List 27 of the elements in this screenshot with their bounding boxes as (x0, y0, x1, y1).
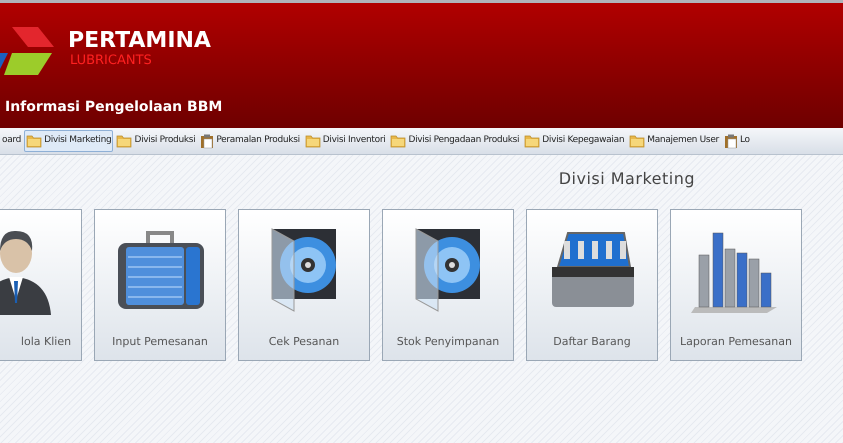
menu-tab[interactable]: Divisi Inventori (302, 130, 388, 152)
menu-tab[interactable]: Peramalan Produksi (198, 130, 302, 152)
menu-tile[interactable]: Daftar Barang (526, 209, 658, 361)
brand-name: PERTAMINA (68, 28, 211, 54)
folder-icon (629, 134, 646, 148)
menu-tab[interactable]: Lo (722, 130, 752, 152)
menu-tile[interactable]: Stok Penyimpanan (382, 209, 514, 361)
menu-tile[interactable]: lola Klien (0, 209, 82, 361)
page-heading: Divisi Marketing (558, 168, 695, 190)
folder-icon (26, 134, 42, 148)
menu-tile[interactable]: Cek Pesanan (238, 209, 370, 361)
menu-tab[interactable]: Divisi Pengadaan Produksi (388, 130, 522, 152)
folder-icon (304, 134, 321, 148)
menu-tab[interactable]: Divisi Kepegawaian (522, 130, 626, 152)
menu-tab[interactable]: Divisi Marketing (24, 130, 114, 152)
folder-icon (524, 134, 540, 148)
menu-tab[interactable]: oard (0, 130, 24, 152)
app-title: Informasi Pengelolaan BBM (5, 98, 224, 117)
folder-icon (116, 134, 132, 148)
clipboard-icon (724, 134, 738, 148)
menu-tile[interactable]: Input Pemesanan (94, 209, 226, 361)
clipboard-icon (200, 134, 214, 148)
folder-icon (390, 134, 406, 148)
menu-tab[interactable]: Manajemen User (627, 130, 721, 152)
menu-tile[interactable]: Laporan Pemesanan (670, 209, 802, 361)
brand-subtitle: LUBRICANTS (70, 54, 153, 68)
menu-tab[interactable]: Divisi Produksi (114, 130, 198, 152)
